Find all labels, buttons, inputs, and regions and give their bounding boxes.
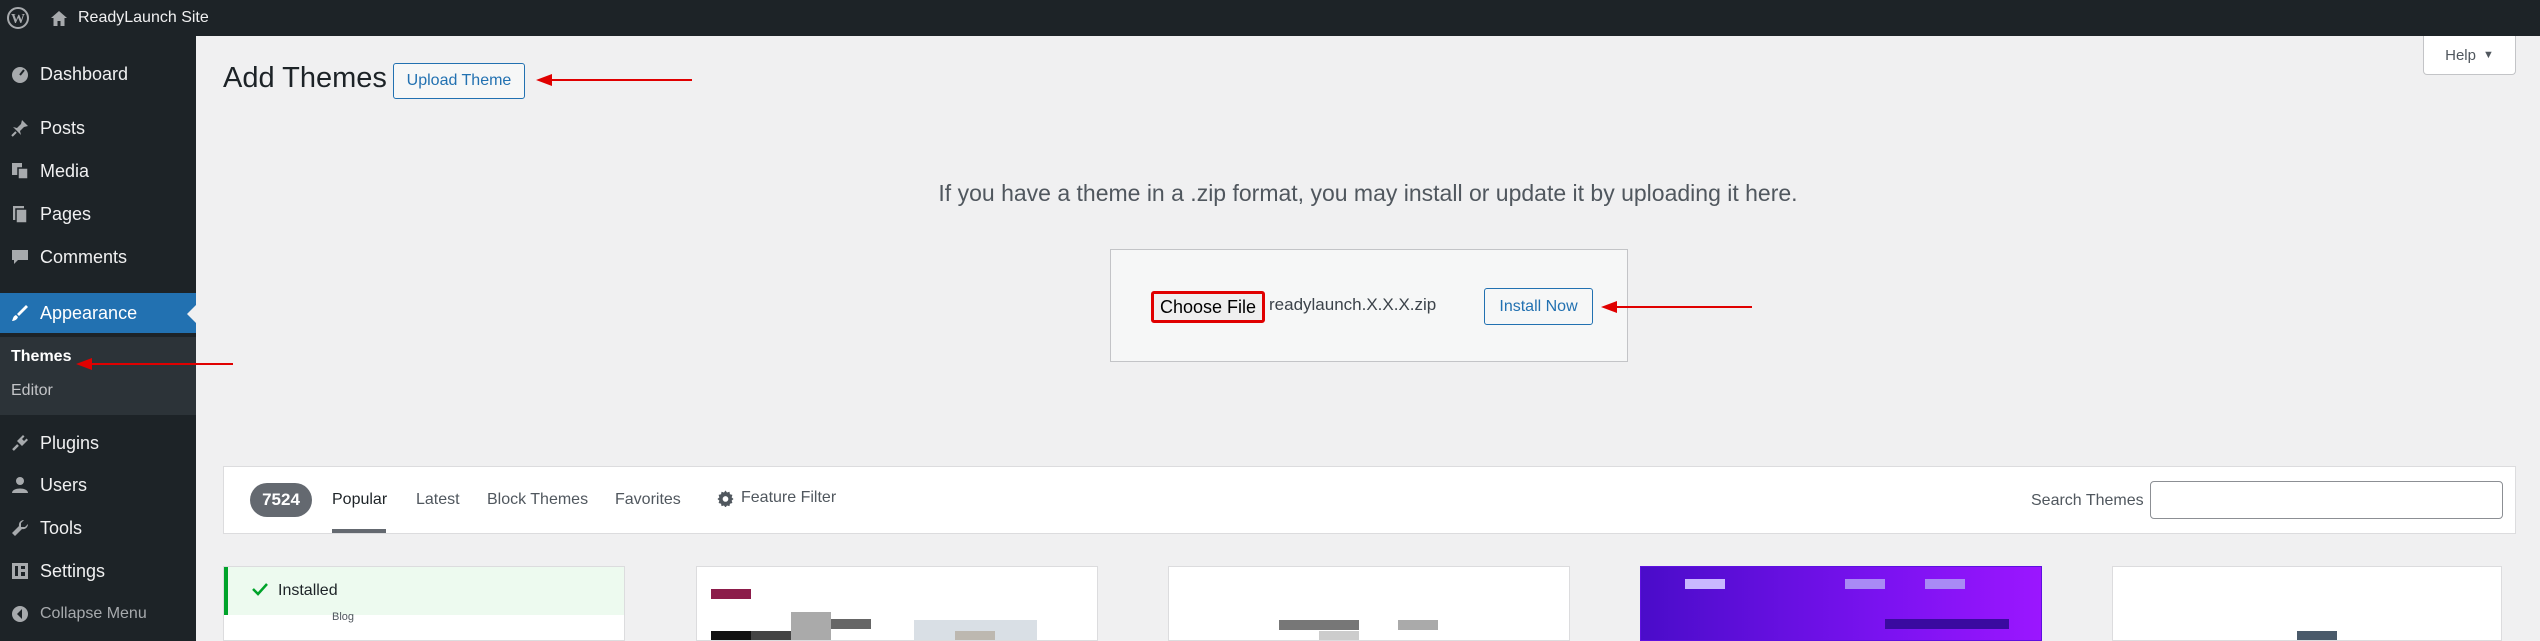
theme-preview-block	[1279, 620, 1359, 630]
theme-card-installed[interactable]: Installed Blog	[223, 566, 625, 641]
submenu-item-editor[interactable]: Editor	[11, 382, 53, 400]
feature-filter-button[interactable]: Feature Filter	[717, 489, 836, 507]
gear-icon	[717, 489, 734, 507]
theme-preview-block	[1319, 631, 1359, 640]
comment-icon	[0, 248, 40, 266]
pages-icon	[0, 205, 40, 223]
theme-preview-text: Blog	[332, 611, 355, 623]
upload-theme-form: Choose File readylaunch.X.X.X.zip Instal…	[1110, 249, 1628, 362]
wordpress-logo-icon[interactable]: W	[0, 0, 36, 36]
search-themes-label: Search Themes	[2031, 492, 2144, 509]
theme-preview-block	[831, 619, 871, 629]
installed-notice: Installed	[224, 567, 624, 615]
admin-sidebar: Dashboard Posts Media Pages Comments App…	[0, 36, 196, 641]
theme-preview-block	[1845, 579, 1885, 589]
page-title: Add Themes	[223, 62, 387, 94]
tab-favorites[interactable]: Favorites	[615, 491, 681, 509]
theme-preview-block	[791, 612, 831, 640]
dashboard-icon	[0, 65, 40, 83]
annotation-arrow-install	[1601, 301, 1752, 313]
admin-bar: W ReadyLaunch Site	[0, 0, 2540, 36]
sidebar-item-posts[interactable]: Posts	[0, 108, 196, 148]
sidebar-item-comments[interactable]: Comments	[0, 237, 196, 277]
appearance-submenu: Themes Editor	[0, 337, 196, 415]
site-name-link[interactable]: ReadyLaunch Site	[50, 9, 209, 27]
sidebar-item-dashboard[interactable]: Dashboard	[0, 54, 196, 94]
theme-card-5[interactable]	[2112, 566, 2502, 641]
choose-file-button[interactable]: Choose File	[1151, 291, 1265, 323]
search-themes-input[interactable]	[2150, 481, 2503, 519]
help-button[interactable]: Help ▼	[2423, 36, 2516, 75]
annotation-arrow-upload	[536, 74, 692, 86]
theme-count-badge: 7524	[250, 483, 312, 517]
theme-preview-block	[955, 631, 995, 640]
home-icon	[51, 10, 67, 26]
sidebar-item-plugins[interactable]: Plugins	[0, 423, 196, 463]
user-icon	[0, 476, 40, 494]
theme-preview-block	[1398, 620, 1438, 630]
plug-icon	[0, 434, 40, 452]
theme-card-3[interactable]	[1168, 566, 1570, 641]
submenu-item-themes[interactable]: Themes	[11, 348, 71, 366]
tab-latest[interactable]: Latest	[416, 491, 460, 509]
pin-icon	[0, 119, 40, 137]
theme-preview-block	[1925, 579, 1965, 589]
theme-filter-bar: 7524 Popular Latest Block Themes Favorit…	[223, 466, 2516, 534]
theme-card-2[interactable]	[696, 566, 1098, 641]
theme-preview-block	[1685, 579, 1725, 589]
selected-file-name: readylaunch.X.X.X.zip	[1269, 295, 1437, 314]
upload-description: If you have a theme in a .zip format, yo…	[938, 180, 1798, 206]
collapse-menu-button[interactable]: Collapse Menu	[0, 594, 196, 634]
tab-popular[interactable]: Popular	[332, 491, 387, 509]
svg-text:W: W	[11, 12, 25, 27]
caret-down-icon: ▼	[2482, 49, 2494, 61]
collapse-icon	[0, 605, 40, 623]
sidebar-item-users[interactable]: Users	[0, 465, 196, 505]
upload-theme-button[interactable]: Upload Theme	[393, 63, 525, 99]
active-tab-indicator	[332, 529, 386, 533]
brush-icon	[0, 304, 40, 322]
theme-card-4[interactable]	[1640, 566, 2042, 641]
theme-preview-block	[1885, 619, 2009, 629]
sidebar-item-appearance[interactable]: Appearance	[0, 293, 196, 333]
theme-preview-block	[711, 589, 751, 599]
settings-icon	[0, 562, 40, 580]
media-icon	[0, 162, 40, 180]
site-name: ReadyLaunch Site	[78, 9, 209, 26]
checkmark-icon	[252, 582, 268, 601]
wrench-icon	[0, 519, 40, 537]
sidebar-item-tools[interactable]: Tools	[0, 508, 196, 548]
theme-preview-block	[2297, 631, 2337, 640]
tab-block-themes[interactable]: Block Themes	[487, 491, 588, 509]
theme-preview-block	[751, 631, 791, 640]
install-now-button[interactable]: Install Now	[1484, 288, 1593, 325]
installed-label: Installed	[278, 582, 338, 599]
help-label: Help	[2445, 46, 2476, 64]
feature-filter-label: Feature Filter	[741, 489, 837, 506]
annotation-arrow-themes	[76, 358, 233, 370]
theme-preview-block	[711, 631, 751, 640]
sidebar-item-settings[interactable]: Settings	[0, 551, 196, 591]
